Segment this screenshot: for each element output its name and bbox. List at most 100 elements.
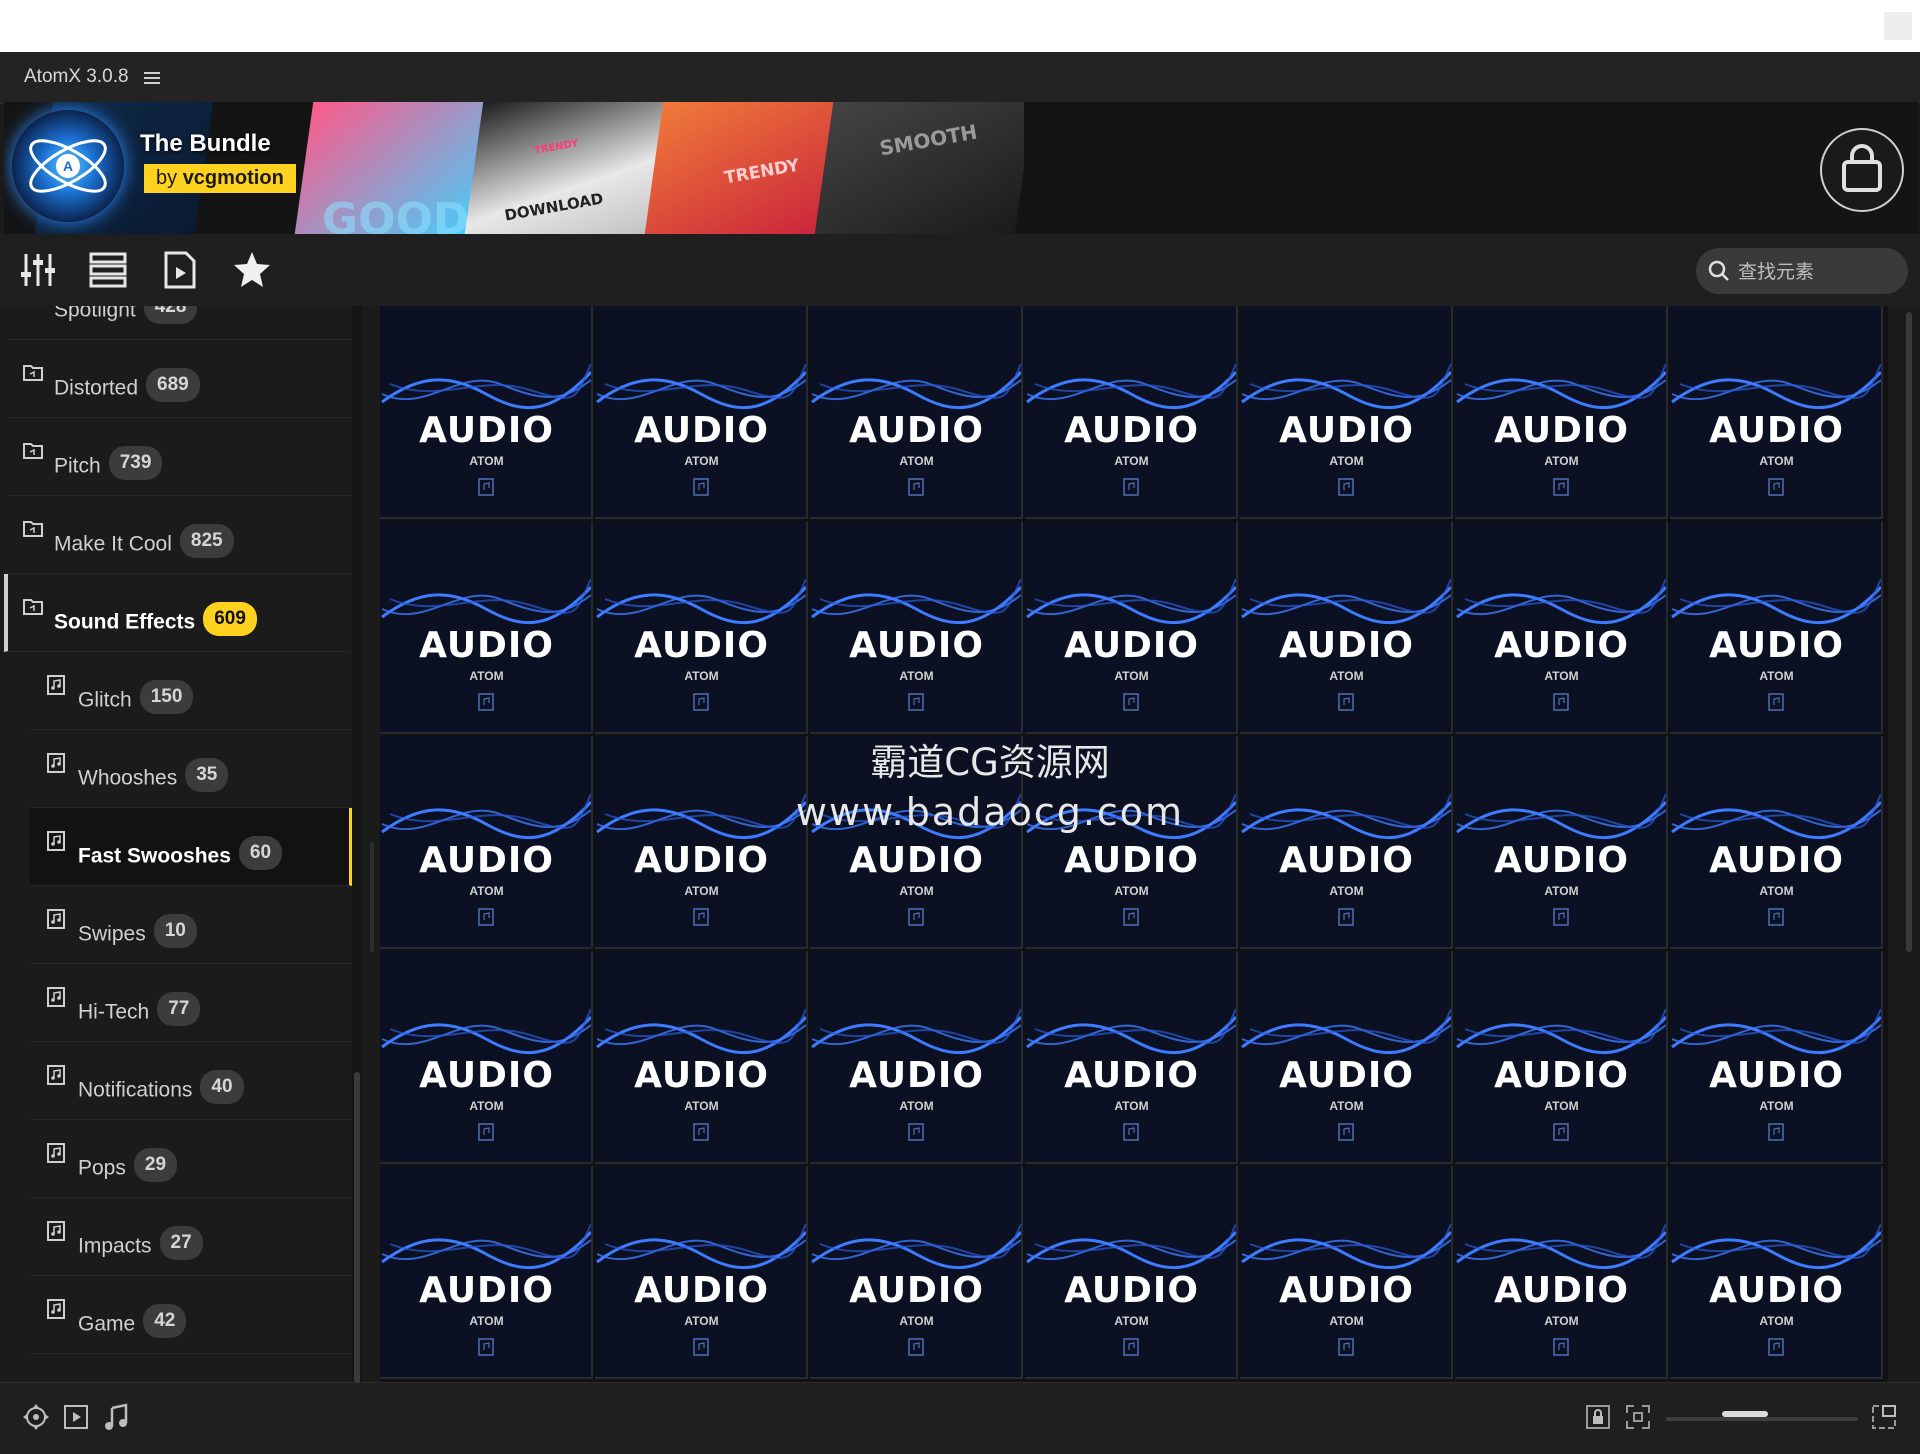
lock-icon[interactable] — [1584, 1403, 1612, 1431]
audio-file-icon — [1123, 1338, 1139, 1356]
sidebar-item-label: Glitch — [78, 688, 132, 712]
sidebar-resize-handle[interactable] — [370, 842, 374, 952]
star-icon[interactable] — [232, 250, 272, 290]
window-close-button[interactable] — [1884, 12, 1912, 40]
shopping-bag-icon — [1842, 144, 1882, 192]
audio-asset-tile[interactable]: AUDIO ATOM — [1025, 951, 1238, 1164]
sidebar-item-distorted[interactable]: Distorted 689 — [8, 340, 352, 418]
move-icon[interactable] — [22, 1403, 50, 1431]
tile-subtitle: ATOM — [684, 884, 719, 898]
zoom-slider-thumb[interactable] — [1722, 1411, 1768, 1417]
fit-screen-icon[interactable] — [1624, 1403, 1652, 1431]
shop-bag-button[interactable] — [1820, 128, 1904, 212]
sidebar-item-game[interactable]: Game 42 — [30, 1276, 352, 1354]
sidebar-item-whooshes[interactable]: Whooshes 35 — [30, 730, 352, 808]
expand-icon[interactable] — [1870, 1403, 1898, 1431]
tile-subtitle: ATOM — [899, 454, 934, 468]
search-input[interactable] — [1736, 256, 1900, 288]
search-box[interactable] — [1696, 248, 1908, 294]
audio-asset-tile[interactable]: AUDIO ATOM — [1670, 306, 1883, 519]
sidebar-item-sound-effects[interactable]: Sound Effects 609 — [4, 574, 348, 652]
tile-title: AUDIO — [1279, 625, 1414, 666]
list-view-icon[interactable] — [88, 250, 128, 290]
audio-asset-tile[interactable]: AUDIO ATOM — [1240, 951, 1453, 1164]
sidebar-item-notifications[interactable]: Notifications 40 — [30, 1042, 352, 1120]
audio-asset-tile[interactable]: AUDIO ATOM — [595, 521, 808, 734]
audio-asset-tile[interactable]: AUDIO ATOM — [810, 306, 1023, 519]
sidebar-item-fast-swooshes[interactable]: Fast Swooshes 60 — [30, 808, 352, 886]
audio-asset-tile[interactable]: AUDIO ATOM — [380, 521, 593, 734]
asset-grid: AUDIO ATOM AUDIO ATOM AUDIO ATOM AUDIO ATOM AUDI… — [380, 306, 1888, 1382]
tile-title: AUDIO — [419, 1055, 554, 1096]
sidebar-item-spotlight[interactable]: Spotlight 428 — [8, 306, 352, 340]
audio-asset-tile[interactable]: AUDIO ATOM — [380, 306, 593, 519]
audio-file-icon — [693, 1338, 709, 1356]
audio-asset-tile[interactable]: AUDIO ATOM — [595, 951, 808, 1164]
audio-file-icon — [478, 1123, 494, 1141]
sidebar-item-swipes[interactable]: Swipes 10 — [30, 886, 352, 964]
audio-asset-tile[interactable]: AUDIO ATOM — [1670, 736, 1883, 949]
audio-file-icon — [46, 830, 68, 852]
sidebar-item-pops[interactable]: Pops 29 — [30, 1120, 352, 1198]
audio-asset-tile[interactable]: AUDIO ATOM — [1025, 736, 1238, 949]
audio-asset-tile[interactable]: AUDIO ATOM — [810, 521, 1023, 734]
sidebar-item-impacts[interactable]: Impacts 27 — [30, 1198, 352, 1276]
audio-asset-tile[interactable]: AUDIO ATOM — [1455, 521, 1668, 734]
audio-asset-tile[interactable]: AUDIO ATOM — [810, 951, 1023, 1164]
tile-title: AUDIO — [419, 625, 554, 666]
audio-asset-tile[interactable]: AUDIO ATOM — [595, 1166, 808, 1379]
sidebar-item-label-group: Swipes 10 — [78, 914, 197, 952]
audio-asset-tile[interactable]: AUDIO ATOM — [1025, 306, 1238, 519]
audio-asset-tile[interactable]: AUDIO ATOM — [1240, 736, 1453, 949]
audio-file-icon — [1553, 1338, 1569, 1356]
bundle-banner[interactable]: TRENDY DOWNLOAD TRENDY SMOOTH GOOD A The… — [4, 102, 1919, 234]
tile-title: AUDIO — [1709, 1270, 1844, 1311]
grid-scroll-thumb[interactable] — [1906, 312, 1912, 952]
tile-subtitle: ATOM — [684, 1314, 719, 1328]
music-note-icon[interactable] — [102, 1403, 130, 1431]
audio-asset-tile[interactable]: AUDIO ATOM — [1670, 951, 1883, 1164]
audio-asset-tile[interactable]: AUDIO ATOM — [1455, 1166, 1668, 1379]
audio-file-icon — [1338, 1338, 1354, 1356]
audio-file-icon — [46, 1298, 68, 1320]
sidebar-item-label-group: Hi-Tech 77 — [78, 992, 201, 1030]
audio-asset-tile[interactable]: AUDIO ATOM — [1670, 1166, 1883, 1379]
video-icon[interactable] — [62, 1403, 90, 1431]
tile-title: AUDIO — [1064, 625, 1199, 666]
audio-asset-tile[interactable]: AUDIO ATOM — [595, 736, 808, 949]
audio-asset-tile[interactable]: AUDIO ATOM — [595, 306, 808, 519]
sidebar-scroll-thumb[interactable] — [354, 1072, 360, 1388]
audio-asset-tile[interactable]: AUDIO ATOM — [1240, 1166, 1453, 1379]
audio-asset-tile[interactable]: AUDIO ATOM — [1240, 306, 1453, 519]
sliders-icon[interactable] — [18, 250, 58, 290]
tile-subtitle: ATOM — [469, 884, 504, 898]
sidebar-item-make-it-cool[interactable]: Make It Cool 825 — [8, 496, 352, 574]
sidebar-item-pitch[interactable]: Pitch 739 — [8, 418, 352, 496]
audio-asset-tile[interactable]: AUDIO ATOM — [380, 736, 593, 949]
sidebar-item-label: Impacts — [78, 1234, 152, 1258]
sidebar-item-hi-tech[interactable]: Hi-Tech 77 — [30, 964, 352, 1042]
audio-asset-tile[interactable]: AUDIO ATOM — [380, 951, 593, 1164]
sidebar-item-glitch[interactable]: Glitch 150 — [30, 652, 352, 730]
video-file-icon[interactable] — [160, 250, 200, 290]
atomx-panel: AtomX 3.0.8 TRENDY DOWNLOAD TRENDY SMOOT… — [0, 52, 1920, 1454]
audio-asset-tile[interactable]: AUDIO ATOM — [1025, 1166, 1238, 1379]
audio-file-icon — [46, 986, 68, 1008]
audio-file-icon — [46, 908, 68, 930]
audio-asset-tile[interactable]: AUDIO ATOM — [1670, 521, 1883, 734]
banner-artwork: TRENDY DOWNLOAD TRENDY SMOOTH GOOD A The… — [4, 102, 1024, 234]
audio-file-icon — [46, 1064, 68, 1086]
audio-asset-tile[interactable]: AUDIO ATOM — [810, 1166, 1023, 1379]
hamburger-menu-icon[interactable] — [144, 72, 160, 84]
audio-asset-tile[interactable]: AUDIO ATOM — [380, 1166, 593, 1379]
tile-subtitle: ATOM — [1544, 1099, 1579, 1113]
tile-subtitle: ATOM — [1544, 884, 1579, 898]
audio-asset-tile[interactable]: AUDIO ATOM — [1025, 521, 1238, 734]
audio-asset-tile[interactable]: AUDIO ATOM — [810, 736, 1023, 949]
audio-asset-tile[interactable]: AUDIO ATOM — [1455, 736, 1668, 949]
audio-asset-tile[interactable]: AUDIO ATOM — [1240, 521, 1453, 734]
audio-asset-tile[interactable]: AUDIO ATOM — [1455, 951, 1668, 1164]
zoom-slider-track[interactable] — [1666, 1417, 1858, 1421]
audio-asset-tile[interactable]: AUDIO ATOM — [1455, 306, 1668, 519]
atom-logo: A — [12, 110, 124, 222]
